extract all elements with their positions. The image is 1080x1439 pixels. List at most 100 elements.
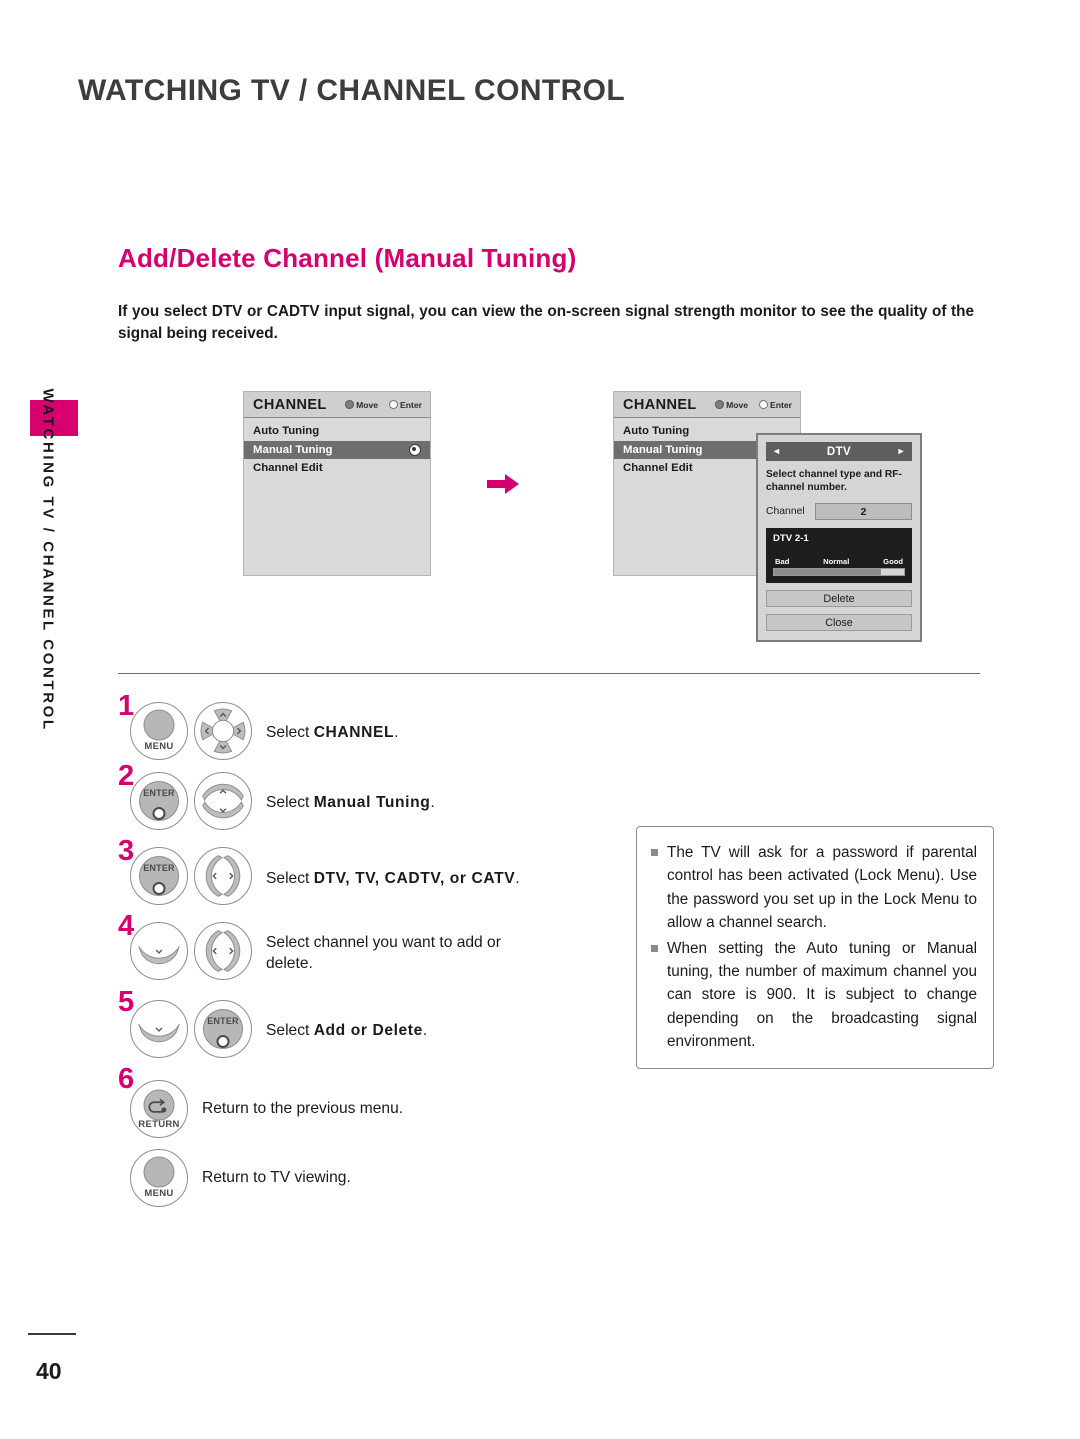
manual-page: WATCHING TV / CHANNEL CONTROL WATCHING T… (0, 0, 1080, 1439)
enter-button-icon[interactable]: ENTER (130, 847, 188, 905)
menu-button-label: MENU (144, 741, 174, 752)
enter-dot-icon (152, 882, 166, 895)
step-text-tail: . (422, 1022, 428, 1039)
dtv-dialog-title: DTV (826, 445, 852, 458)
step-text-bold: Add or Delete (313, 1022, 423, 1039)
enter-button-label: ENTER (143, 863, 175, 873)
osd-row[interactable]: Auto Tuning (244, 422, 430, 441)
radio-icon (409, 443, 421, 456)
section-divider (118, 673, 980, 674)
hint-move-label: Move (356, 399, 379, 410)
osd-row-label: Auto Tuning (623, 425, 690, 438)
menu-button-icon[interactable]: MENU (130, 702, 188, 760)
dtv-dialog: ◄ DTV ► Select channel type and RF-chann… (756, 433, 922, 642)
signal-channel-id: DTV 2-1 (773, 533, 809, 544)
step-text-bold: Manual Tuning (313, 794, 431, 811)
step-text-bold: CHANNEL (313, 724, 395, 741)
updown-arrows-icon[interactable] (194, 772, 252, 830)
dpad-icon (715, 400, 725, 409)
dpad-4way-icon[interactable] (194, 702, 252, 760)
step-text-plain: Select (266, 724, 314, 741)
signal-scale-normal: Normal (823, 557, 850, 566)
channel-field-row: Channel 2 (766, 503, 912, 520)
dpad-icon (345, 400, 355, 409)
step-number: 3 (118, 835, 135, 867)
osd-screenshot-left: CHANNEL Move Enter Auto Tuning Manual Tu… (243, 391, 431, 576)
note-item: The TV will ask for a password if parent… (651, 841, 977, 935)
hint-move: Move (345, 400, 378, 410)
signal-strength-monitor: DTV 2-1 Bad Normal Good (766, 528, 912, 583)
close-button[interactable]: Close (766, 614, 912, 631)
step-text: Select channel you want to add or delete… (266, 934, 501, 972)
hint-move: Move (715, 400, 748, 410)
step-text-plain: Select (266, 1022, 314, 1039)
enter-button-label: ENTER (207, 1016, 239, 1026)
footer-rule (28, 1333, 76, 1335)
bullet-square-icon (651, 944, 658, 952)
page-title: Add/Delete Channel (Manual Tuning) (118, 243, 577, 273)
osd-header-title: CHANNEL (253, 396, 327, 413)
step-text-tail: . (515, 870, 520, 887)
osd-row-label: Channel Edit (253, 462, 323, 475)
osd-row[interactable]: Manual Tuning (244, 440, 430, 459)
osd-header-hints: Move Enter (715, 400, 792, 410)
hint-enter: Enter (389, 400, 422, 410)
enter-dot-icon (389, 400, 399, 409)
bullet-square-icon (651, 849, 658, 856)
step-text-bold: DTV, TV, CADTV, or CATV (313, 870, 516, 887)
step-number: 2 (118, 760, 135, 792)
down-arrow-icon[interactable] (130, 1000, 188, 1058)
enter-dot-icon (759, 400, 769, 409)
osd-row-label: Channel Edit (623, 462, 693, 475)
note-box: The TV will ask for a password if parent… (636, 826, 994, 1069)
flow-arrow-icon (487, 474, 519, 494)
leftright-arrows-icon[interactable] (194, 922, 252, 980)
note-text: When setting the Auto tuning or Manual t… (667, 939, 977, 1051)
enter-dot-icon (216, 1035, 230, 1048)
return-button-label: RETURN (138, 1119, 180, 1130)
menu-button-icon[interactable]: MENU (130, 1149, 188, 1207)
next-arrow-icon[interactable]: ► (897, 447, 906, 456)
down-arrow-icon[interactable] (130, 922, 188, 980)
menu-button-label: MENU (144, 1188, 174, 1199)
osd-row-label: Manual Tuning (253, 443, 333, 456)
step-text: Select Add or Delete. (266, 1020, 427, 1041)
delete-button[interactable]: Delete (766, 590, 912, 607)
step-text: Select Manual Tuning. (266, 792, 435, 813)
step-number: 1 (118, 690, 135, 722)
step-text: Return to TV viewing. (202, 1169, 351, 1186)
osd-row-label: Auto Tuning (253, 425, 320, 438)
dtv-dialog-titlebar: ◄ DTV ► (766, 442, 912, 461)
intro-paragraph: If you select DTV or CADTV input signal,… (118, 303, 974, 342)
enter-button-icon[interactable]: ENTER (130, 772, 188, 830)
hint-move-label: Move (726, 399, 749, 410)
chapter-label-vertical: WATCHING TV / CHANNEL CONTROL (39, 388, 57, 732)
step-text: Return to the previous menu. (202, 1100, 404, 1117)
step-text: Select CHANNEL. (266, 722, 398, 743)
return-button-icon[interactable]: RETURN (130, 1080, 188, 1138)
step-text-plain: Select (266, 794, 314, 811)
signal-scale-good: Good (883, 557, 903, 566)
step-text: Select DTV, TV, CADTV, or CATV. (266, 868, 520, 889)
osd-row[interactable]: Channel Edit (244, 459, 430, 478)
step-text-tail: . (394, 724, 399, 741)
osd-header: CHANNEL Move Enter (244, 392, 430, 418)
leftright-arrows-icon[interactable] (194, 847, 252, 905)
osd-row-label: Manual Tuning (623, 443, 703, 456)
hint-enter-label: Enter (770, 399, 792, 410)
osd-header-title: CHANNEL (623, 396, 697, 413)
channel-field-value[interactable]: 2 (814, 503, 912, 520)
signal-scale-bad: Bad (775, 557, 790, 566)
prev-arrow-icon[interactable]: ◄ (772, 447, 781, 456)
channel-field-label: Channel (766, 506, 805, 517)
signal-strength-fill (774, 569, 881, 575)
enter-dot-icon (152, 807, 166, 820)
dtv-dialog-description: Select channel type and RF-channel numbe… (766, 469, 902, 493)
hint-enter-label: Enter (400, 399, 422, 410)
note-text: The TV will ask for a password if parent… (667, 844, 977, 932)
enter-button-icon[interactable]: ENTER (194, 1000, 252, 1058)
page-number: 40 (36, 1358, 62, 1384)
step-text-plain: Select (266, 870, 314, 887)
osd-header: CHANNEL Move Enter (614, 392, 800, 418)
signal-strength-bar (773, 568, 905, 576)
